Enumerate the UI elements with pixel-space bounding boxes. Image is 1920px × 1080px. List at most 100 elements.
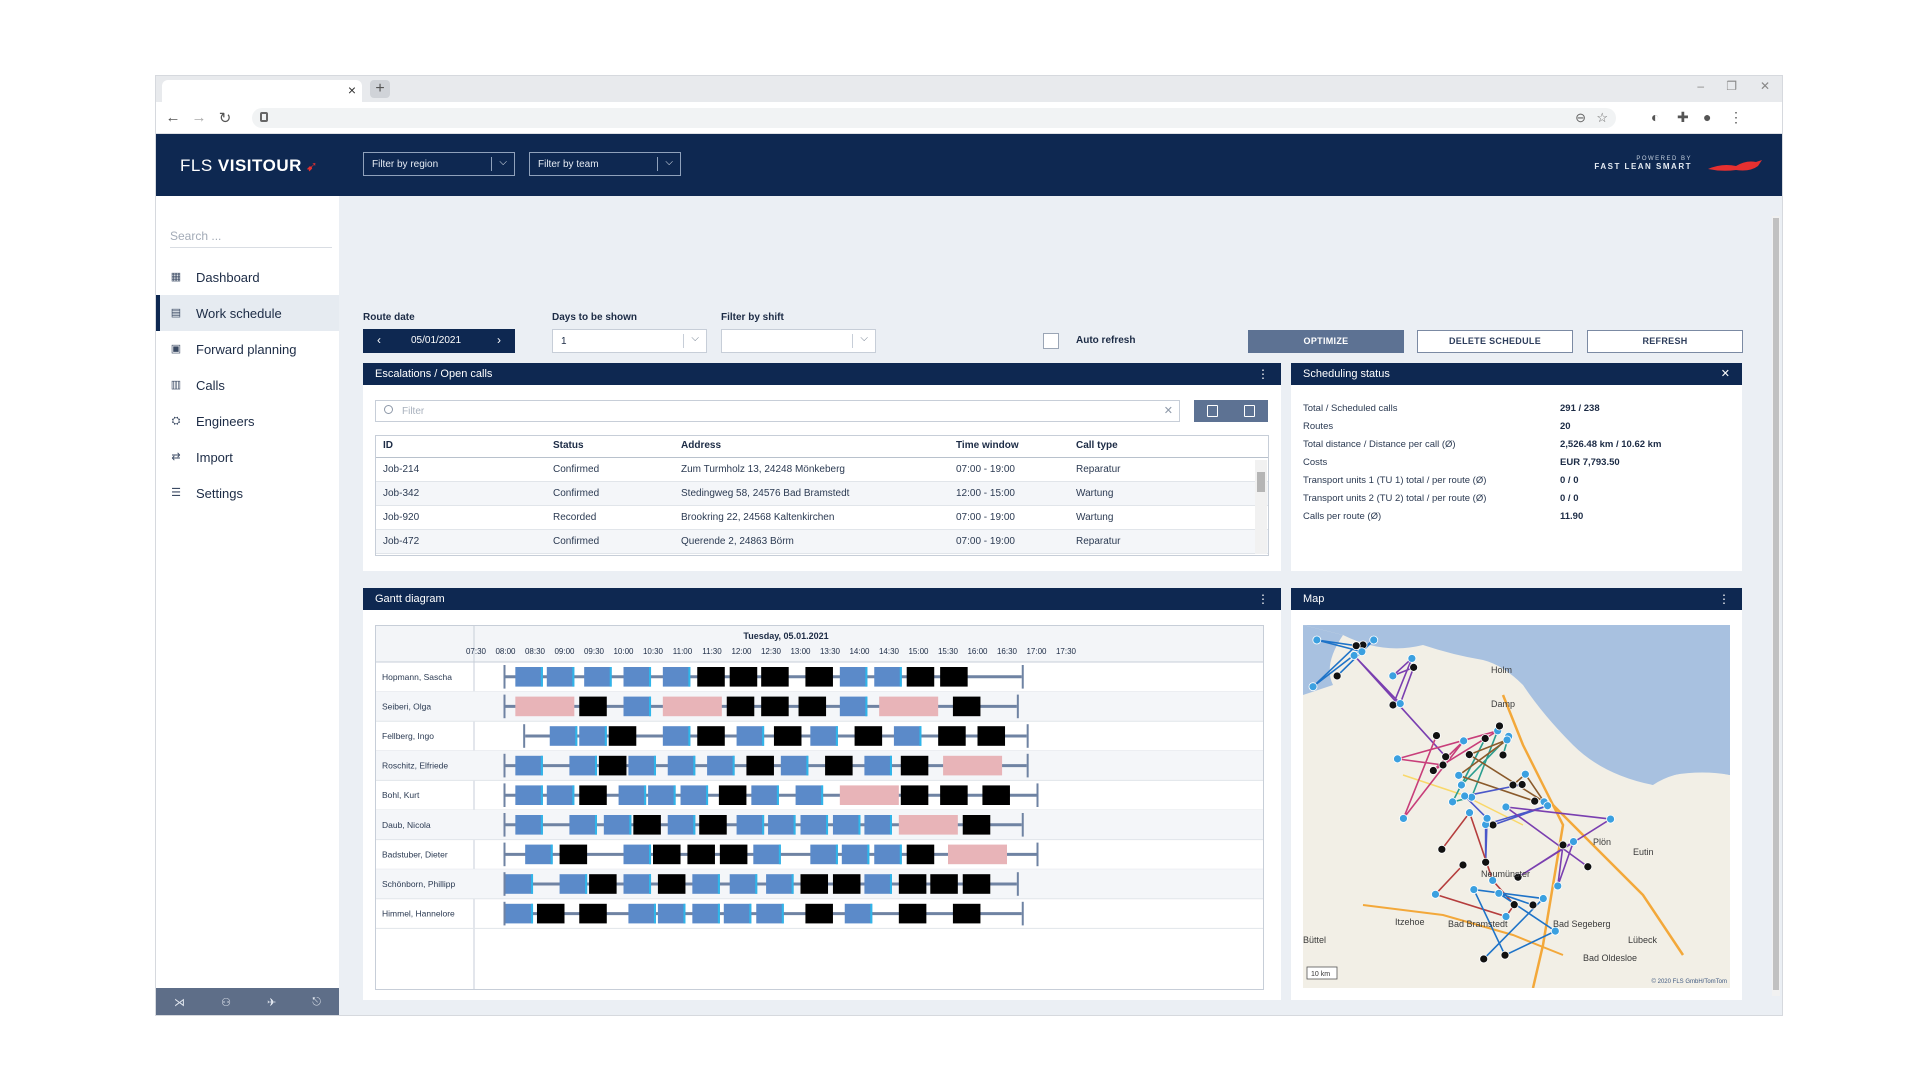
menu-icon[interactable]: ⋮ (1729, 109, 1743, 126)
gantt-task-fixed (697, 667, 725, 687)
gantt-task-call (766, 874, 794, 894)
sidebar-footer: ⋊ ⚇ ✈ ⎋ (156, 988, 339, 1015)
more-vertical-icon[interactable]: ⋮ (1257, 367, 1269, 381)
browser-tab[interactable]: × (162, 80, 362, 102)
gantt-shift-start (503, 901, 506, 926)
export-excel-icon[interactable] (1207, 405, 1218, 417)
map-pin-icon[interactable]: ✈ (267, 996, 276, 1009)
route-map[interactable]: Holm Damp Eutin Plön Neumünster Itzehoe Bad Br… (1303, 625, 1730, 988)
zoom-icon[interactable]: ⊖ (1575, 110, 1586, 126)
sidebar-item-settings[interactable]: ☰ Settings (156, 475, 339, 511)
days-shown-select[interactable]: 1 ⌵ (552, 329, 707, 353)
gantt-task-fixed (898, 903, 927, 924)
sidebar-item-dashboard[interactable]: ▦ Dashboard (156, 259, 339, 295)
gantt-task-travel (732, 755, 735, 776)
scroll-thumb[interactable] (1257, 472, 1265, 492)
gantt-svg: Tuesday, 05.01.2021 07:30 08:00 08:30 09:00 0… (376, 626, 1263, 989)
sidebar-item-import[interactable]: ⇄ Import (156, 439, 339, 475)
shift-filter-select[interactable]: ⌵ (721, 329, 876, 353)
gantt-task-fixed (854, 726, 883, 746)
collapse-sidebar-icon[interactable]: ⋊ (174, 996, 185, 1009)
sidebar-item-engineers[interactable]: ⛭ Engineers (156, 403, 339, 439)
calls-filter-input[interactable]: Filter ✕ (375, 400, 1180, 422)
new-tab-button[interactable]: + (370, 80, 390, 98)
prev-date-icon[interactable]: ‹ (377, 333, 381, 347)
visitour-logo[interactable]: FLS VISITOUR ➹ (180, 156, 318, 176)
gantt-task-fixed (589, 874, 617, 894)
gantt-task-call (618, 785, 647, 805)
map-stop-marker (1543, 801, 1553, 811)
gantt-task-travel (899, 844, 902, 865)
next-date-icon[interactable]: › (497, 333, 501, 347)
table-row[interactable]: Job-472 Confirmed Querende 2, 24863 Börm 07… (375, 529, 1269, 554)
logo-swoosh-icon: ➹ (305, 158, 319, 174)
export-pdf-icon[interactable] (1244, 405, 1255, 417)
gantt-task-travel (644, 785, 647, 805)
gantt-task-travel (706, 785, 709, 805)
collapse-icon[interactable]: ✕ (1721, 367, 1730, 380)
sidebar-item-calls[interactable]: ▥ Calls (156, 367, 339, 403)
more-vertical-icon[interactable]: ⋮ (1257, 592, 1269, 606)
gantt-task-call (546, 785, 575, 805)
reload-icon[interactable]: ↻ (216, 109, 234, 127)
gantt-task-call (810, 844, 838, 865)
table-row[interactable]: Job-920 Recorded Brookring 22, 24568 Kalte… (375, 505, 1269, 530)
map-stop-marker (1312, 635, 1322, 645)
table-row[interactable]: Job-214 Confirmed Zum Turmholz 13, 24248 M… (375, 457, 1269, 482)
gantt-chart[interactable]: Tuesday, 05.01.2021 07:30 08:00 08:30 09:00 0… (375, 625, 1264, 990)
minimize-icon[interactable]: – (1697, 79, 1704, 93)
column-header-id[interactable]: ID (375, 435, 545, 458)
map-stop-marker (1388, 700, 1398, 710)
auto-refresh-checkbox[interactable] (1043, 333, 1059, 349)
forward-icon[interactable]: → (190, 109, 208, 126)
sidebar-item-work-schedule[interactable]: ▤ Work schedule (156, 295, 339, 331)
optimize-button[interactable]: OPTIMIZE (1248, 330, 1404, 353)
delete-schedule-button[interactable]: DELETE SCHEDULE (1417, 330, 1573, 353)
table-row[interactable]: Job-342 Confirmed Stedingweg 58, 24576 Bad… (375, 481, 1269, 506)
map-svg: Holm Damp Eutin Plön Neumünster Itzehoe Bad Br… (1303, 625, 1730, 988)
user-icon[interactable]: ⚇ (221, 996, 231, 1009)
bookmark-star-icon[interactable]: ☆ (1596, 110, 1608, 126)
map-stop-marker (1530, 796, 1540, 806)
back-icon[interactable]: ← (164, 109, 182, 126)
extension-icon[interactable]: ◐ (1651, 109, 1659, 125)
table-scrollbar[interactable] (1255, 460, 1267, 554)
page-scrollbar[interactable] (1772, 216, 1780, 996)
column-header-address[interactable]: Address (673, 435, 948, 458)
gantt-task-call (579, 726, 607, 746)
map-stop-marker (1441, 752, 1451, 762)
column-header-status[interactable]: Status (545, 435, 673, 458)
profile-icon[interactable]: ● (1703, 109, 1711, 125)
tab-strip: × + – ❐ ✕ (156, 76, 1782, 102)
gantt-task-call (800, 815, 829, 835)
logout-icon[interactable]: ⎋ (312, 996, 321, 1009)
scroll-thumb[interactable] (1773, 218, 1779, 990)
gantt-task-call (756, 903, 784, 924)
calls-icon: ▥ (170, 379, 182, 391)
map-stop-marker (1388, 671, 1398, 681)
sidebar-item-forward-planning[interactable]: ▣ Forward planning (156, 331, 339, 367)
puzzle-icon[interactable]: ✚ (1677, 109, 1689, 126)
close-window-icon[interactable]: ✕ (1760, 79, 1770, 93)
region-filter-select[interactable]: Filter by region ⌵ (363, 152, 515, 176)
address-bar[interactable]: ⊖ ☆ (252, 108, 1616, 128)
sidebar-search-input[interactable]: Search ... (170, 226, 332, 248)
map-route (1433, 810, 1516, 918)
gantt-engineer-name: Bohl, Kurt (382, 790, 420, 800)
maximize-icon[interactable]: ❐ (1726, 79, 1737, 93)
gantt-engineer-name: Seiberi, Olga (382, 701, 431, 711)
close-tab-icon[interactable]: × (348, 82, 356, 98)
refresh-button[interactable]: REFRESH (1587, 330, 1743, 353)
gantt-task-call (844, 903, 873, 924)
team-filter-select[interactable]: Filter by team ⌵ (529, 152, 681, 176)
route-date-value[interactable]: 05/01/2021 (411, 335, 461, 346)
route-date-picker[interactable]: ‹ 05/01/2021 › (363, 329, 515, 353)
clear-filter-icon[interactable]: ✕ (1164, 404, 1173, 417)
gantt-task-fixed (800, 874, 829, 894)
gantt-shift-end (1016, 694, 1019, 719)
column-header-time-window[interactable]: Time window (948, 435, 1068, 458)
gantt-task-call (667, 815, 696, 835)
map-place-label: Lübeck (1628, 935, 1658, 945)
more-vertical-icon[interactable]: ⋮ (1718, 592, 1730, 606)
column-header-call-type[interactable]: Call type (1068, 435, 1269, 458)
